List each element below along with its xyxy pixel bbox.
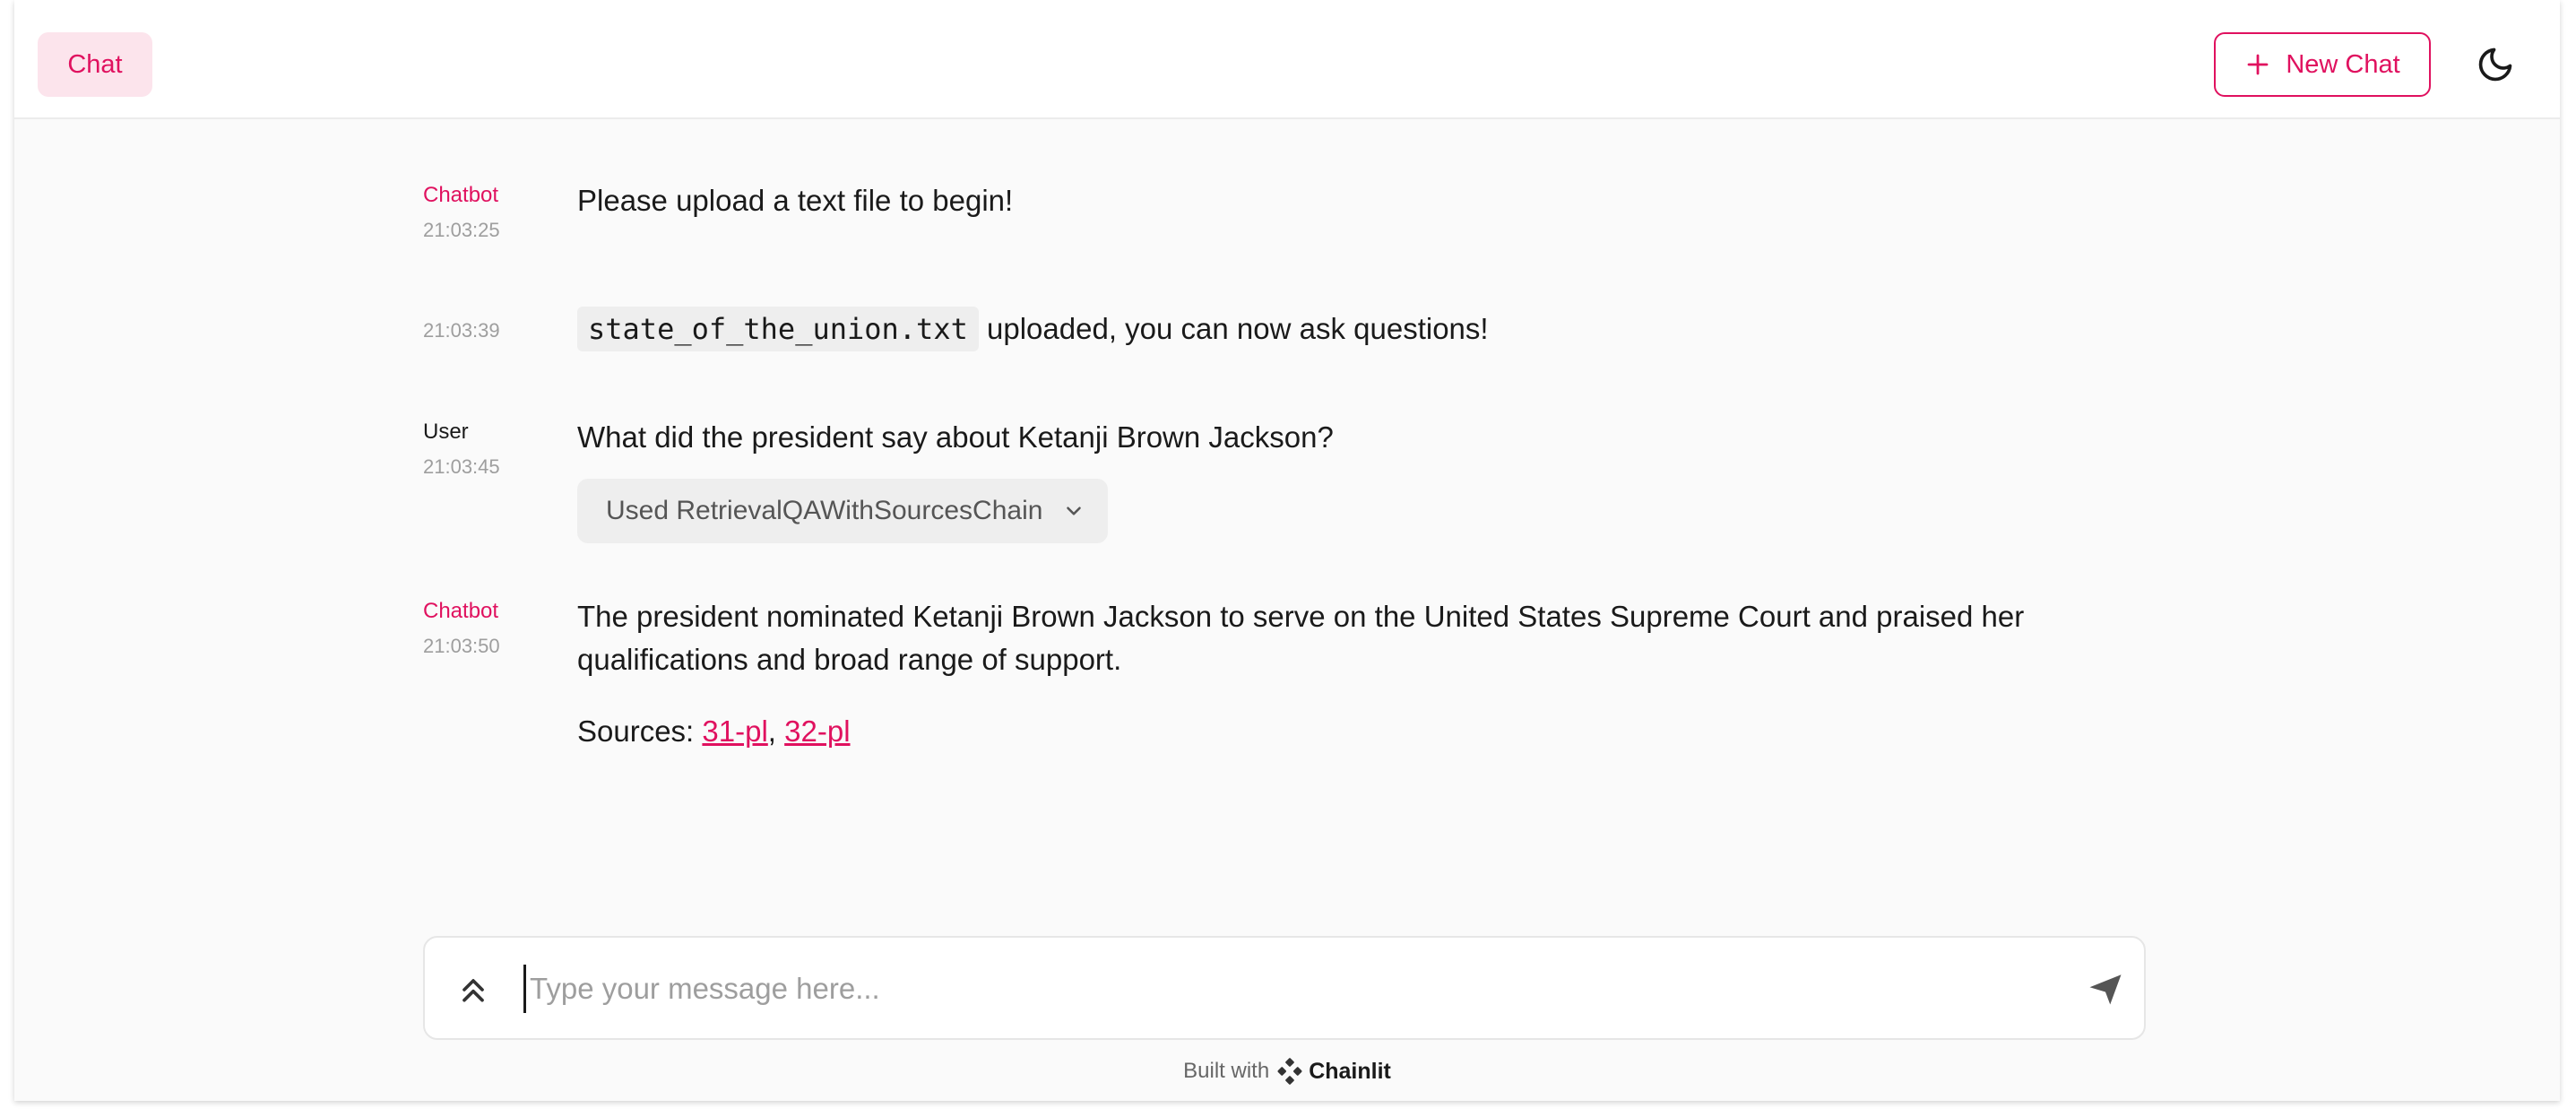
- message-content: The president nominated Ketanji Brown Ja…: [577, 595, 2182, 753]
- source-link[interactable]: 32-pl: [784, 714, 850, 748]
- message-time: 21:03:25: [423, 219, 500, 241]
- upload-status-text: uploaded, you can now ask questions!: [978, 312, 1489, 345]
- tab-chat[interactable]: Chat: [38, 32, 152, 97]
- chain-step-toggle[interactable]: Used RetrievalQAWithSourcesChain: [577, 479, 1108, 543]
- sources-line: Sources: 31-pl, 32-pl: [577, 710, 2182, 753]
- file-name-code: state_of_the_union.txt: [577, 307, 979, 351]
- built-with-text: Built with: [1183, 1059, 1270, 1083]
- chevron-down-icon: [1067, 507, 1082, 515]
- source-link[interactable]: 31-pl: [702, 714, 767, 748]
- message-content: state_of_the_union.txt uploaded, you can…: [577, 307, 2182, 351]
- new-chat-button[interactable]: New Chat: [2214, 32, 2431, 97]
- plus-icon: [2247, 54, 2269, 75]
- message-content: What did the president say about Ketanji…: [577, 420, 1334, 454]
- chain-step-label: Used RetrievalQAWithSourcesChain: [606, 496, 1043, 525]
- chainlit-logo-icon: [1277, 1058, 1302, 1085]
- app-frame: Chat New Chat Chatbot 21:03:25 Please up…: [14, 0, 2560, 1101]
- header: Chat New Chat: [14, 0, 2560, 119]
- theme-toggle-button[interactable]: [2470, 39, 2520, 90]
- sources-label: Sources:: [577, 714, 703, 748]
- message-author: Chatbot: [423, 599, 499, 623]
- message-time: 21:03:45: [423, 455, 500, 478]
- message-input[interactable]: [523, 965, 2037, 1013]
- moon-icon: [2478, 48, 2512, 82]
- message-composer: [423, 936, 2146, 1040]
- message-time: 21:03:39: [423, 319, 500, 342]
- new-chat-label: New Chat: [2286, 49, 2400, 79]
- message-content: Please upload a text file to begin!: [577, 184, 1014, 217]
- chevrons-up-icon[interactable]: [455, 972, 491, 1008]
- answer-text: The president nominated Ketanji Brown Ja…: [577, 600, 2025, 676]
- chainlit-brand-link[interactable]: Chainlit: [1276, 1058, 1391, 1085]
- footer: Built with Chainlit: [14, 1058, 2560, 1085]
- sources-separator: ,: [767, 714, 785, 748]
- message-author: Chatbot: [423, 183, 499, 207]
- brand-name: Chainlit: [1309, 1058, 1391, 1084]
- send-icon[interactable]: [2087, 970, 2124, 1008]
- message-author: User: [423, 420, 469, 444]
- message-time: 21:03:50: [423, 635, 500, 657]
